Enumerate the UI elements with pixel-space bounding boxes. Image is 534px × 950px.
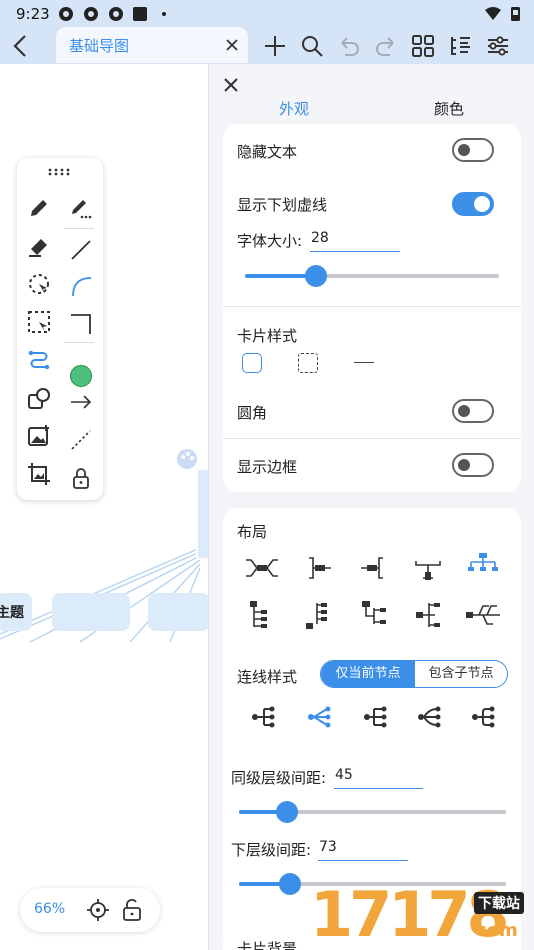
border-toggle[interactable] — [452, 453, 494, 477]
layout-tree-right-icon[interactable] — [249, 600, 273, 630]
undo-icon[interactable] — [337, 34, 361, 58]
tab-title: 基础导图 — [69, 37, 130, 55]
site-watermark: 17178 下载站 com — [308, 878, 534, 950]
lasso-select-icon[interactable] — [27, 272, 51, 296]
card-style-dashed-icon[interactable] — [298, 353, 318, 373]
hide-text-toggle[interactable] — [452, 138, 494, 162]
layout-down-icon[interactable] — [413, 560, 443, 584]
zoom-bar: 66% — [20, 888, 160, 932]
arrow-tool-icon[interactable] — [69, 390, 93, 414]
wifi-battery-icon — [485, 7, 520, 21]
card-bg-label: 卡片背景 — [237, 940, 298, 950]
toolbox-divider — [64, 228, 94, 229]
layout-org-chart-icon[interactable] — [468, 552, 498, 574]
status-time: 9:23 — [16, 5, 50, 23]
layout-horizontal-fishbone-icon[interactable] — [465, 602, 501, 628]
style-panel: 外观 颜色 隐藏文本 显示下划虚线 字体大小: 28 卡片样式 圆角 显示边框 … — [208, 64, 534, 950]
layout-label: 布局 — [237, 523, 268, 541]
rect-select-icon[interactable] — [27, 310, 51, 334]
rounded-toggle[interactable] — [452, 399, 494, 423]
lower-gap-label: 下层级间距: — [231, 841, 312, 859]
status-bar: 9:23 — [0, 0, 534, 28]
close-panel-icon[interactable] — [224, 78, 238, 92]
font-size-label: 字体大小: — [237, 232, 303, 250]
font-size-slider[interactable] — [245, 264, 499, 288]
line-style-bracket-icon[interactable] — [363, 704, 389, 730]
image-insert-icon[interactable] — [27, 424, 51, 448]
watermark-tag2: com — [476, 920, 518, 941]
drawing-toolbox — [17, 158, 103, 500]
card-style-line-icon[interactable] — [354, 362, 374, 363]
redo-icon[interactable] — [374, 34, 398, 58]
layout-timeline-icon[interactable] — [361, 600, 387, 630]
grid-view-icon[interactable] — [411, 34, 435, 58]
font-size-input[interactable]: 28 — [310, 230, 400, 252]
lower-gap-input[interactable]: 73 — [318, 839, 408, 861]
image-crop-icon[interactable] — [27, 462, 51, 486]
line-style-curve-icon[interactable] — [417, 704, 443, 730]
mindmap-node[interactable] — [52, 593, 130, 631]
text-style-card: 隐藏文本 显示下划虚线 字体大小: 28 卡片样式 圆角 显示边框 — [223, 124, 521, 492]
tab-color[interactable]: 颜色 — [434, 98, 464, 119]
layout-fishbone-icon[interactable] — [415, 600, 441, 630]
line-style-diagonal-icon[interactable] — [307, 704, 333, 730]
notification-icons — [59, 7, 166, 21]
section-divider — [223, 438, 521, 439]
locate-icon[interactable] — [87, 899, 109, 921]
toolbox-divider — [64, 342, 94, 343]
node-label: 主题 — [0, 605, 24, 621]
outline-icon[interactable] — [448, 34, 472, 58]
rounded-label: 圆角 — [237, 404, 268, 422]
elbow-line-icon[interactable] — [69, 312, 93, 336]
border-label: 显示边框 — [237, 458, 298, 476]
shapes-icon[interactable] — [27, 386, 51, 410]
scope-current-node-button[interactable]: 仅当前节点 — [321, 661, 415, 687]
sibling-gap-input[interactable]: 45 — [334, 767, 423, 789]
underline-toggle[interactable] — [452, 192, 494, 216]
close-tab-icon[interactable] — [226, 39, 238, 51]
sibling-gap-label: 同级层级间距: — [231, 769, 327, 787]
layout-bidirectional-icon[interactable] — [245, 555, 279, 581]
scope-include-children-button[interactable]: 包含子节点 — [415, 661, 507, 687]
color-swatch-green[interactable] — [70, 365, 92, 387]
lock-icon[interactable] — [69, 466, 93, 490]
card-style-rounded-icon[interactable] — [242, 353, 262, 373]
sibling-gap-slider[interactable] — [239, 800, 506, 824]
layout-tree-left-icon[interactable] — [305, 600, 329, 630]
unlock-icon[interactable] — [122, 898, 142, 922]
line-tool-icon[interactable] — [69, 238, 93, 262]
dashed-line-icon[interactable] — [69, 428, 93, 452]
marker-pen-icon[interactable] — [69, 196, 93, 220]
line-style-straight-icon[interactable] — [251, 704, 277, 730]
connector-tool-icon[interactable] — [27, 348, 51, 372]
mindmap-node[interactable] — [148, 593, 210, 631]
line-style-label: 连线样式 — [237, 668, 298, 686]
drag-handle-icon[interactable] — [48, 168, 70, 176]
add-icon[interactable] — [263, 34, 287, 58]
pen-icon[interactable] — [27, 196, 51, 220]
section-divider — [223, 306, 521, 307]
search-icon[interactable] — [300, 34, 324, 58]
tab-appearance[interactable]: 外观 — [279, 98, 309, 119]
line-scope-segmented: 仅当前节点 包含子节点 — [320, 660, 508, 688]
layout-right-icon[interactable] — [305, 555, 335, 581]
zoom-level[interactable]: 66% — [34, 901, 65, 917]
settings-sliders-icon[interactable] — [486, 34, 510, 58]
mindmap-node[interactable]: 主题 — [0, 593, 32, 631]
hide-text-label: 隐藏文本 — [237, 143, 298, 161]
layout-left-icon[interactable] — [357, 555, 387, 581]
underline-label: 显示下划虚线 — [237, 196, 328, 214]
arc-tool-icon[interactable] — [69, 274, 93, 298]
back-icon[interactable] — [10, 33, 32, 59]
palette-icon[interactable] — [176, 448, 198, 470]
line-style-rounded-icon[interactable] — [471, 704, 497, 730]
document-tab[interactable]: 基础导图 — [56, 27, 248, 63]
watermark-tag: 下载站 — [474, 892, 524, 914]
card-style-label: 卡片样式 — [237, 327, 298, 345]
eraser-icon[interactable] — [27, 234, 51, 258]
